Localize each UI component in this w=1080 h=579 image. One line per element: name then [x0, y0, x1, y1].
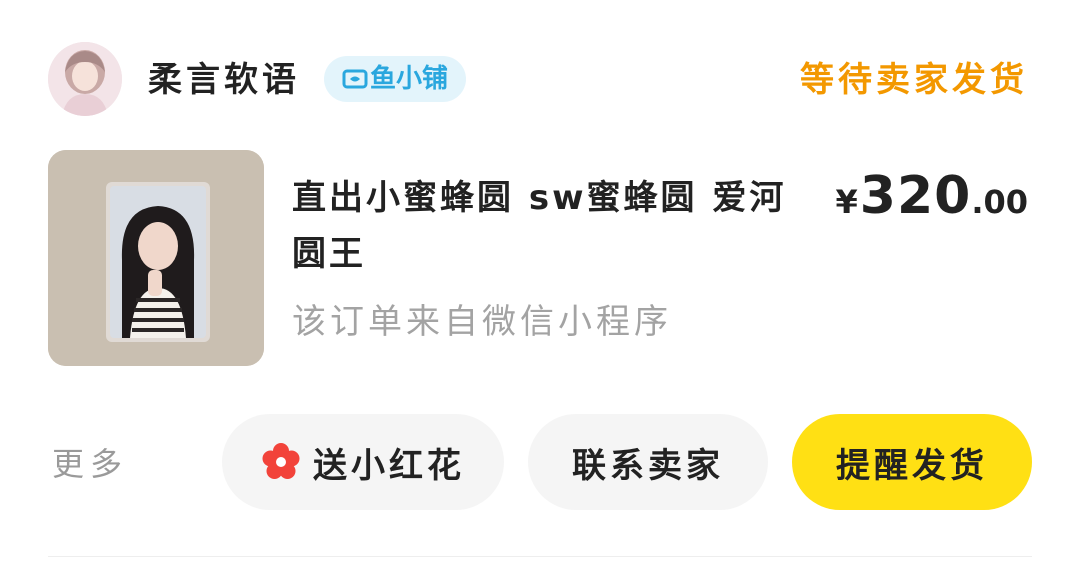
seller-avatar[interactable]: [48, 42, 122, 116]
product-price: ¥ 320 .00: [836, 166, 1029, 226]
contact-seller-button[interactable]: 联系卖家: [528, 414, 768, 510]
price-currency: ¥: [835, 183, 858, 221]
remind-shipping-label: 提醒发货: [836, 445, 988, 486]
price-integer: 320: [859, 166, 972, 226]
shop-badge[interactable]: 鱼小铺: [324, 56, 467, 102]
flower-icon: [262, 443, 300, 479]
photocard-image-icon: [48, 150, 264, 366]
product-image[interactable]: [48, 150, 264, 366]
remind-shipping-button[interactable]: 提醒发货: [792, 414, 1032, 510]
send-flower-label: 送小红花: [313, 445, 465, 486]
order-status: 等待卖家发货: [800, 60, 1028, 100]
order-card: 柔言软语 鱼小铺 等待卖家发货 直出小蜜蜂圆 sw蜜蜂圆 爱河圆王 ¥ 320 …: [0, 0, 1080, 579]
shop-badge-label: 鱼小铺: [370, 64, 449, 94]
order-source: 该订单来自微信小程序: [292, 302, 672, 342]
product-title[interactable]: 直出小蜜蜂圆 sw蜜蜂圆 爱河圆王: [292, 170, 792, 282]
divider: [48, 556, 1032, 557]
contact-seller-label: 联系卖家: [572, 445, 724, 486]
avatar-photo-icon: [48, 42, 122, 116]
fish-shop-icon: [342, 69, 368, 89]
seller-name[interactable]: 柔言软语: [148, 58, 300, 102]
price-decimal: .00: [971, 183, 1028, 221]
send-flower-button[interactable]: 送小红花: [222, 414, 504, 510]
more-button[interactable]: 更多: [52, 440, 128, 488]
